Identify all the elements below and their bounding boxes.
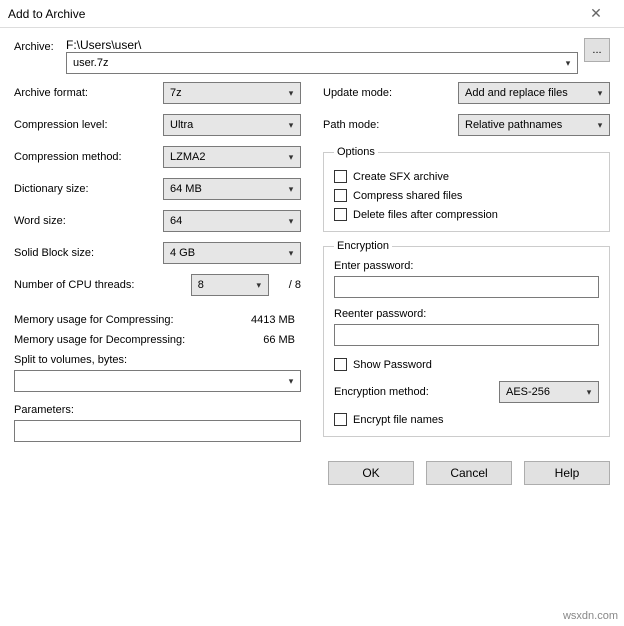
archive-filename-select[interactable]: user.7z ▾ xyxy=(66,52,578,74)
chevron-down-icon: ▾ xyxy=(282,376,300,387)
update-label: Update mode: xyxy=(323,87,458,99)
options-group: Options Create SFX archive Compress shar… xyxy=(323,146,610,232)
word-label: Word size: xyxy=(14,215,163,227)
memd-value: 66 MB xyxy=(263,334,301,346)
delete-checkbox[interactable]: Delete files after compression xyxy=(334,208,599,221)
close-icon[interactable]: ✕ xyxy=(576,5,616,22)
archive-label: Archive: xyxy=(14,38,66,53)
chevron-down-icon: ▾ xyxy=(282,248,300,259)
chevron-down-icon: ▾ xyxy=(282,152,300,163)
dict-select[interactable]: 64 MB▾ xyxy=(163,178,301,200)
enter-pw-input[interactable] xyxy=(334,276,599,298)
shared-checkbox[interactable]: Compress shared files xyxy=(334,189,599,202)
chevron-down-icon: ▾ xyxy=(580,387,598,398)
ok-button[interactable]: OK xyxy=(328,461,414,485)
enc-method-select[interactable]: AES-256▾ xyxy=(499,381,599,403)
pathmode-label: Path mode: xyxy=(323,119,458,131)
enc-legend: Encryption xyxy=(334,240,392,252)
sfx-checkbox[interactable]: Create SFX archive xyxy=(334,170,599,183)
params-label: Parameters: xyxy=(14,404,301,416)
chevron-down-icon: ▾ xyxy=(559,58,577,69)
window-title: Add to Archive xyxy=(8,7,85,21)
chevron-down-icon: ▾ xyxy=(250,280,268,291)
chevron-down-icon: ▾ xyxy=(282,184,300,195)
level-label: Compression level: xyxy=(14,119,163,131)
browse-label: ... xyxy=(592,44,601,56)
method-label: Compression method: xyxy=(14,151,163,163)
cancel-button[interactable]: Cancel xyxy=(426,461,512,485)
threads-total: / 8 xyxy=(289,279,301,291)
pathmode-select[interactable]: Relative pathnames▾ xyxy=(458,114,610,136)
format-label: Archive format: xyxy=(14,87,163,99)
reenter-pw-label: Reenter password: xyxy=(334,308,599,320)
word-select[interactable]: 64▾ xyxy=(163,210,301,232)
threads-select[interactable]: 8▾ xyxy=(191,274,269,296)
watermark: wsxdn.com xyxy=(563,610,618,622)
chevron-down-icon: ▾ xyxy=(591,120,609,131)
archive-filename-value: user.7z xyxy=(73,57,108,69)
threads-label: Number of CPU threads: xyxy=(14,279,191,291)
memc-value: 4413 MB xyxy=(251,314,301,326)
chevron-down-icon: ▾ xyxy=(282,88,300,99)
archive-path: F:\Users\user\ xyxy=(66,38,578,52)
block-label: Solid Block size: xyxy=(14,247,163,259)
enter-pw-label: Enter password: xyxy=(334,260,599,272)
reenter-pw-input[interactable] xyxy=(334,324,599,346)
encrypt-names-checkbox[interactable]: Encrypt file names xyxy=(334,413,599,426)
options-legend: Options xyxy=(334,146,378,158)
chevron-down-icon: ▾ xyxy=(282,120,300,131)
help-button[interactable]: Help xyxy=(524,461,610,485)
block-select[interactable]: 4 GB▾ xyxy=(163,242,301,264)
dict-label: Dictionary size: xyxy=(14,183,163,195)
update-select[interactable]: Add and replace files▾ xyxy=(458,82,610,104)
split-select[interactable]: ▾ xyxy=(14,370,301,392)
show-pw-checkbox[interactable]: Show Password xyxy=(334,358,599,371)
memc-label: Memory usage for Compressing: xyxy=(14,314,174,326)
split-label: Split to volumes, bytes: xyxy=(14,354,301,366)
level-select[interactable]: Ultra▾ xyxy=(163,114,301,136)
format-select[interactable]: 7z▾ xyxy=(163,82,301,104)
encryption-group: Encryption Enter password: Reenter passw… xyxy=(323,240,610,437)
params-input[interactable] xyxy=(14,420,301,442)
memd-label: Memory usage for Decompressing: xyxy=(14,334,185,346)
method-select[interactable]: LZMA2▾ xyxy=(163,146,301,168)
chevron-down-icon: ▾ xyxy=(591,88,609,99)
enc-method-label: Encryption method: xyxy=(334,386,499,398)
chevron-down-icon: ▾ xyxy=(282,216,300,227)
browse-button[interactable]: ... xyxy=(584,38,610,62)
title-bar: Add to Archive ✕ xyxy=(0,0,624,28)
